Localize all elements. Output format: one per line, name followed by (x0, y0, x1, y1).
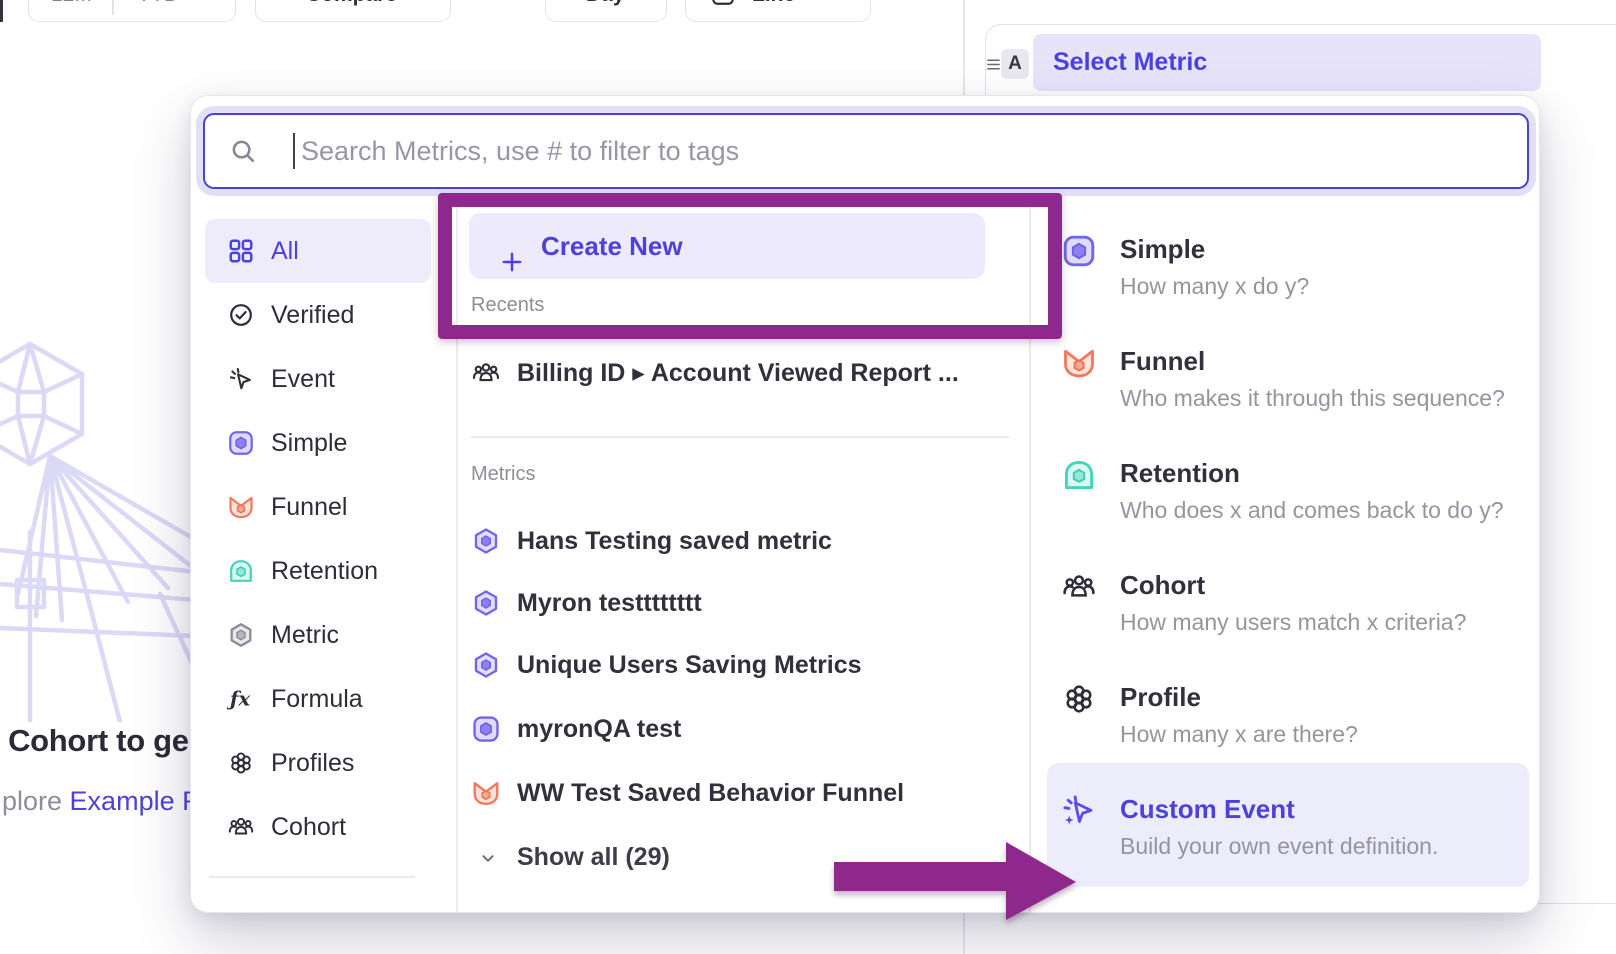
funnel-icon (227, 493, 255, 521)
profiles-icon (227, 749, 255, 777)
sidebar-item-label: Simple (271, 411, 347, 475)
segment-divider (112, 0, 114, 15)
sidebar-item-label: Metric (271, 603, 339, 667)
sidebar-item-event[interactable]: Event (205, 347, 431, 411)
saved-metric-icon (471, 526, 501, 556)
sidebar-item-label: Funnel (271, 475, 347, 539)
sidebar-item-formula[interactable]: Formula (205, 667, 431, 731)
simple-icon (227, 429, 255, 457)
wireframe-illustration (0, 332, 196, 722)
search-input[interactable] (205, 115, 1527, 187)
tag-icon (227, 912, 255, 913)
sidebar-item-retention[interactable]: Retention (205, 539, 431, 603)
chevron-down-icon (477, 847, 499, 869)
window-edge-sliver (0, 0, 3, 22)
sidebar-item-verified[interactable]: Verified (205, 283, 431, 347)
metric-letter-badge: A (1001, 49, 1029, 79)
saved-metric-icon (471, 588, 501, 618)
recent-item[interactable]: Billing ID ▸ Account Viewed Report ... (469, 345, 1009, 401)
custom-event-icon (1061, 793, 1097, 829)
cohort-icon (227, 813, 255, 841)
select-metric-button[interactable]: Select Metric (1033, 34, 1541, 91)
simple-icon (1061, 233, 1097, 269)
annotation-highlight-box (438, 193, 1062, 339)
metric-list-item[interactable]: WW Test Saved Behavior Funnel (469, 765, 1009, 821)
date-range-segmented-control[interactable]: 12M YTD (28, 0, 236, 22)
metrics-section-label: Metrics (471, 463, 535, 486)
granularity-day-button[interactable]: Day (545, 0, 667, 22)
cohort-icon (471, 358, 501, 388)
background-explore-line: plore Example R (2, 786, 202, 817)
sidebar-item-funnel[interactable]: Funnel (205, 475, 431, 539)
compare-button[interactable]: Compare (255, 0, 451, 22)
range-ytd-button[interactable]: YTD (137, 0, 179, 7)
sidebar-item-metric[interactable]: Metric (205, 603, 431, 667)
formula-icon (227, 685, 255, 713)
type-option-funnel[interactable]: Funnel Who makes it through this sequenc… (1047, 315, 1529, 439)
chart-type-line-button[interactable]: Line (685, 0, 871, 22)
retention-icon (1061, 457, 1097, 493)
metric-list-item[interactable]: Myron testttttttt (469, 575, 1009, 631)
metric-list-item[interactable]: myronQA test (469, 701, 1009, 757)
sidebar-item-label: Formula (271, 667, 363, 731)
type-option-retention[interactable]: Retention Who does x and comes back to d… (1047, 427, 1529, 551)
sidebar-item-all[interactable]: All (205, 219, 431, 283)
funnel-icon (1061, 345, 1097, 381)
sidebar-item-label: Retention (271, 539, 378, 603)
retention-icon (227, 557, 255, 585)
app-screen: 12M YTD Compare Day Line r C (0, 0, 1616, 954)
sidebar-item-tags-partial[interactable] (205, 894, 431, 913)
sidebar-item-label: Cohort (271, 795, 346, 859)
annotation-arrow (828, 838, 1082, 930)
type-option-cohort[interactable]: Cohort How many users match x criteria? (1047, 539, 1529, 663)
type-option-custom-event[interactable]: Custom Event Build your own event defini… (1047, 763, 1529, 887)
cohort-icon (1061, 569, 1097, 605)
verified-icon (227, 301, 255, 329)
type-option-profile[interactable]: Profile How many x are there? (1047, 651, 1529, 775)
sidebar-item-label: Verified (271, 283, 354, 347)
metric-list-item[interactable]: Unique Users Saving Metrics (469, 637, 1009, 693)
metric-icon (227, 621, 255, 649)
explore-text-fragment: plore (2, 786, 70, 816)
line-chart-icon (710, 0, 736, 7)
saved-metric-icon (471, 650, 501, 680)
type-option-simple[interactable]: Simple How many x do y? (1047, 203, 1529, 327)
event-icon (227, 365, 255, 393)
drag-handle-icon[interactable] (985, 55, 1002, 74)
sidebar-divider (209, 876, 415, 878)
search-box[interactable] (203, 113, 1529, 189)
sidebar-item-label: Profiles (271, 731, 354, 795)
profiles-icon (1061, 681, 1097, 717)
sidebar-item-simple[interactable]: Simple (205, 411, 431, 475)
grid-icon (227, 237, 255, 265)
funnel-icon (471, 778, 501, 808)
range-12m-button[interactable]: 12M (51, 0, 92, 7)
sidebar-item-cohort[interactable]: Cohort (205, 795, 431, 859)
sidebar-item-label: Event (271, 347, 335, 411)
background-heading-fragment: r Cohort to ge (0, 723, 189, 759)
example-reports-link[interactable]: Example R (70, 786, 202, 816)
section-divider (471, 436, 1009, 438)
sidebar-item-label: All (271, 219, 299, 283)
sidebar-item-profiles[interactable]: Profiles (205, 731, 431, 795)
simple-icon (471, 714, 501, 744)
metric-list-item[interactable]: Hans Testing saved metric (469, 513, 1009, 569)
